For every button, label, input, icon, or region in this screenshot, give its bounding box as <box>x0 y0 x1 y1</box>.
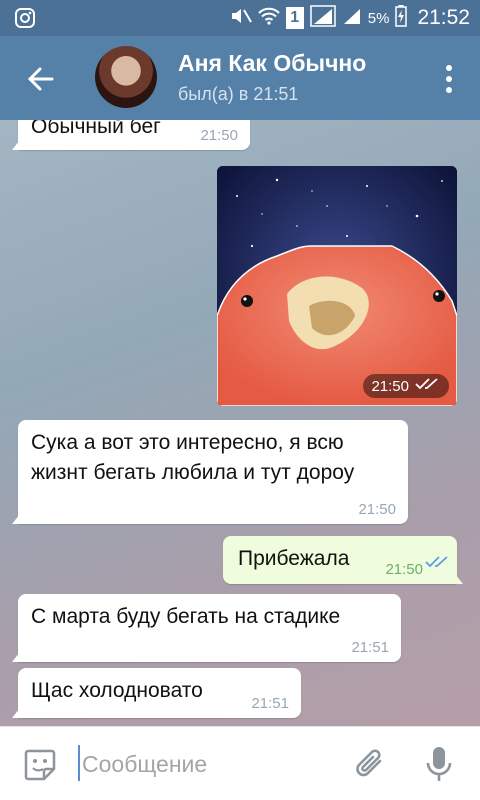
message-text: Прибежала <box>238 547 350 570</box>
message-time: 21:51 <box>251 695 289 712</box>
battery-percent: 5% <box>367 9 390 27</box>
incoming-message[interactable]: Щас холодновато 21:51 <box>12 668 301 718</box>
incoming-message[interactable]: Сука а вот это интересно, я всю жизнт бе… <box>12 420 408 524</box>
last-seen-status: был(а) в 21:51 <box>178 84 299 104</box>
clock: 21:52 <box>417 6 470 29</box>
message-text: С марта буду бегать на стадике <box>31 605 341 628</box>
chat-area[interactable]: Обычный бег 21:50 21:50 Сука а вот это и… <box>0 120 480 726</box>
double-check-icon <box>425 548 449 578</box>
message-time: 21:50 <box>200 127 238 144</box>
bird-photo <box>217 166 457 406</box>
message-text: Обычный бег <box>31 120 161 138</box>
double-check-icon <box>415 377 441 395</box>
back-arrow-icon[interactable] <box>24 62 58 96</box>
signal-icon <box>310 5 336 31</box>
bubble-tail <box>12 652 20 662</box>
bubble-tail <box>12 514 20 524</box>
bubble-tail <box>12 140 20 150</box>
message-text: Щас холодновато <box>31 679 203 702</box>
avatar[interactable] <box>95 46 157 108</box>
message-time: 21:50 <box>358 501 396 518</box>
incoming-message[interactable]: Обычный бег 21:50 <box>12 120 250 150</box>
microphone-icon[interactable] <box>424 745 454 783</box>
attach-icon[interactable] <box>354 745 388 783</box>
more-menu-icon[interactable] <box>444 64 454 94</box>
chat-name[interactable]: Аня Как Обычно <box>178 50 366 77</box>
photo-message[interactable]: 21:50 <box>217 166 457 406</box>
status-bar: 1 5% 21:52 <box>0 0 480 36</box>
instagram-icon <box>14 7 36 34</box>
message-input[interactable] <box>82 747 332 781</box>
signal-icon-2 <box>342 6 362 30</box>
bubble-tail <box>12 708 20 718</box>
message-input-bar <box>0 726 480 800</box>
wifi-icon <box>258 7 280 29</box>
photo-timestamp: 21:50 <box>363 374 449 398</box>
sticker-icon[interactable] <box>22 747 58 783</box>
message-time: 21:50 <box>385 561 423 578</box>
chat-header: Аня Как Обычно был(а) в 21:51 <box>0 36 480 120</box>
text-cursor <box>78 745 80 781</box>
mute-icon <box>230 7 252 29</box>
incoming-message[interactable]: С марта буду бегать на стадике 21:51 <box>12 594 401 662</box>
outgoing-message[interactable]: Прибежала 21:50 <box>223 536 463 584</box>
message-time: 21:50 <box>371 377 409 395</box>
sim-icon: 1 <box>285 7 304 29</box>
message-text: Сука а вот это интересно, я всю жизнт бе… <box>31 431 355 484</box>
bubble-tail <box>455 574 463 584</box>
battery-icon <box>395 5 408 31</box>
message-time: 21:51 <box>351 639 389 656</box>
